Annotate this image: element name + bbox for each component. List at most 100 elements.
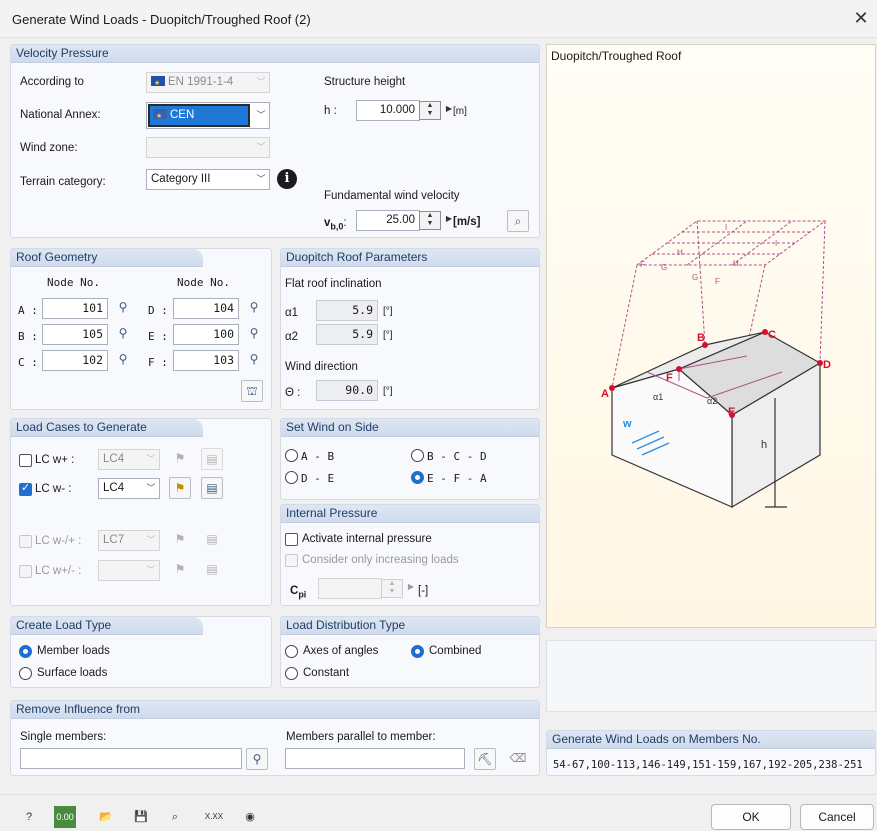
eu-flag-icon	[153, 107, 167, 126]
save-icon[interactable]: 💾	[130, 806, 152, 828]
node-a-text: A	[601, 388, 609, 400]
alpha2-value: 5.9	[316, 324, 378, 345]
wind-side-header: Set Wind on Side	[281, 419, 539, 437]
info-icon[interactable]: i	[277, 169, 297, 189]
members-group: Generate Wind Loads on Members No. 54-67…	[546, 730, 876, 776]
side-efa-label: E - F - A	[427, 472, 487, 485]
zone-h-label: H	[733, 259, 739, 268]
lc-wminusplus-select[interactable]: LC7 ﹀	[98, 530, 160, 551]
standard-select[interactable]: EN 1991-1-4 ﹀	[146, 72, 270, 93]
node-a-input[interactable]: 101	[42, 298, 108, 319]
cancel-button[interactable]: Cancel	[800, 804, 874, 830]
node-c-input[interactable]: 102	[42, 350, 108, 371]
lc-wminusplus-checkbox[interactable]	[19, 535, 32, 548]
cpi-stepper[interactable]: ▲ ▼ ▶	[381, 579, 414, 598]
search-icon[interactable]: ⌕	[164, 806, 186, 828]
wind-zone-label: Wind zone:	[20, 142, 78, 154]
new-load-case-icon[interactable]: ⚑	[169, 477, 191, 499]
node-col-1: Node No.	[47, 276, 100, 289]
activate-internal-label: Activate internal pressure	[302, 533, 432, 545]
side-ab-radio[interactable]	[285, 449, 298, 462]
roof-diagram: I I H H F G G F A B C D E F α1 α2 h w	[601, 220, 831, 509]
alpha1-diagram-label: α1	[653, 392, 663, 402]
remove-influence-header: Remove Influence from	[11, 701, 539, 719]
pick-node-icon[interactable]: ⚲	[243, 297, 265, 319]
surface-loads-radio[interactable]	[19, 667, 32, 680]
lc-wplus-checkbox[interactable]	[19, 454, 32, 467]
pick-member-icon[interactable]: ⚲	[246, 748, 268, 770]
edit-load-case-icon[interactable]: ▤	[201, 559, 223, 581]
member-loads-label: Member loads	[37, 645, 110, 657]
preview-panel: Duopitch/Troughed Roof I I H H F G G F A…	[546, 44, 876, 628]
chevron-down-icon: ﹀	[256, 174, 266, 184]
pick-node-icon[interactable]: ⚲	[243, 323, 265, 345]
cpi-input[interactable]	[318, 578, 382, 599]
distribution-group: Load Distribution Type Axes of angles Co…	[280, 616, 540, 688]
terrain-category-select[interactable]: Category III ﹀	[146, 169, 270, 190]
node-f-input[interactable]: 103	[173, 350, 239, 371]
wind-velocity-stepper[interactable]: ▲ ▼ ▶	[419, 211, 452, 230]
units-icon[interactable]: 0.00	[54, 806, 76, 828]
members-list: 54-67,100-113,146-149,151-159,167,192-20…	[553, 759, 863, 771]
member-loads-radio[interactable]	[19, 645, 32, 658]
wind-zone-select[interactable]: ﹀	[146, 137, 270, 158]
pick-node-icon[interactable]: ⚲	[112, 297, 134, 319]
open-folder-icon[interactable]: 📂	[95, 806, 117, 828]
constant-label: Constant	[303, 667, 350, 679]
lc-wminus-select[interactable]: LC4 ﹀	[98, 478, 160, 499]
node-d-input[interactable]: 104	[173, 298, 239, 319]
distribution-header: Load Distribution Type	[281, 617, 539, 635]
clear-selection-icon[interactable]: ⌫	[507, 748, 529, 770]
lookup-icon[interactable]: ⌕	[507, 210, 529, 232]
view-icon[interactable]: ◉	[239, 806, 261, 828]
height-input[interactable]: 10.000	[356, 100, 420, 121]
lc-wplus-select[interactable]: LC4 ﹀	[98, 449, 160, 470]
national-annex-select[interactable]: CEN ﹀	[146, 102, 270, 129]
pick-node-icon[interactable]: ⚲	[243, 349, 265, 371]
alpha2-diagram-label: α2	[707, 396, 717, 406]
increasing-loads-checkbox[interactable]	[285, 554, 298, 567]
lc-wminusplus-label: LC w-/+ :	[35, 535, 82, 547]
ok-button[interactable]: OK	[711, 804, 791, 830]
single-members-label: Single members:	[20, 731, 107, 743]
axes-of-angles-radio[interactable]	[285, 645, 298, 658]
roof-parameters-header: Duopitch Roof Parameters	[281, 249, 539, 267]
constant-radio[interactable]	[285, 667, 298, 680]
node-e-input[interactable]: 100	[173, 324, 239, 345]
pick-node-icon[interactable]: ⚲	[112, 323, 134, 345]
eu-flag-icon	[151, 74, 165, 92]
new-load-case-icon[interactable]: ⚑	[169, 559, 191, 581]
node-b-label: B :	[18, 330, 38, 343]
node-b-text: B	[697, 332, 705, 344]
parallel-members-input[interactable]	[285, 748, 465, 769]
side-bcd-radio[interactable]	[411, 449, 424, 462]
roof-geometry-header: Roof Geometry	[11, 249, 204, 267]
chevron-down-icon: ﹀	[256, 110, 266, 120]
close-icon[interactable]: ✕	[851, 8, 871, 29]
node-b-input[interactable]: 105	[42, 324, 108, 345]
combined-radio[interactable]	[411, 645, 424, 658]
single-members-input[interactable]	[20, 748, 242, 769]
side-de-radio[interactable]	[285, 471, 298, 484]
pick-parallel-icon[interactable]: ⛏	[474, 748, 496, 770]
vb0-label: vb,0:	[324, 217, 347, 232]
lc-wplusminus-checkbox[interactable]	[19, 565, 32, 578]
pick-node-icon[interactable]: ⚲	[112, 349, 134, 371]
height-stepper[interactable]: ▲ ▼ ▶	[419, 101, 452, 120]
activate-internal-checkbox[interactable]	[285, 533, 298, 546]
lc-wplusminus-select[interactable]: ﹀	[98, 560, 160, 581]
wind-velocity-input[interactable]: 25.00	[356, 210, 420, 231]
chevron-down-icon: ﹀	[146, 483, 156, 493]
new-load-case-icon[interactable]: ⚑	[169, 448, 191, 470]
decimal-places-icon[interactable]: X.XX	[203, 806, 225, 828]
node-f-label: F :	[148, 356, 168, 369]
node-e-text: E	[728, 406, 735, 418]
edit-load-case-icon[interactable]: ▤	[201, 448, 223, 470]
new-load-case-icon[interactable]: ⚑	[169, 529, 191, 551]
edit-load-case-icon[interactable]: ▤	[201, 529, 223, 551]
pick-all-nodes-icon[interactable]: ⛫	[241, 380, 263, 402]
lc-wminus-checkbox[interactable]	[19, 481, 32, 496]
help-icon[interactable]: ?	[18, 806, 40, 828]
side-efa-radio[interactable]	[411, 471, 424, 484]
edit-load-case-icon[interactable]: ▤	[201, 477, 223, 499]
